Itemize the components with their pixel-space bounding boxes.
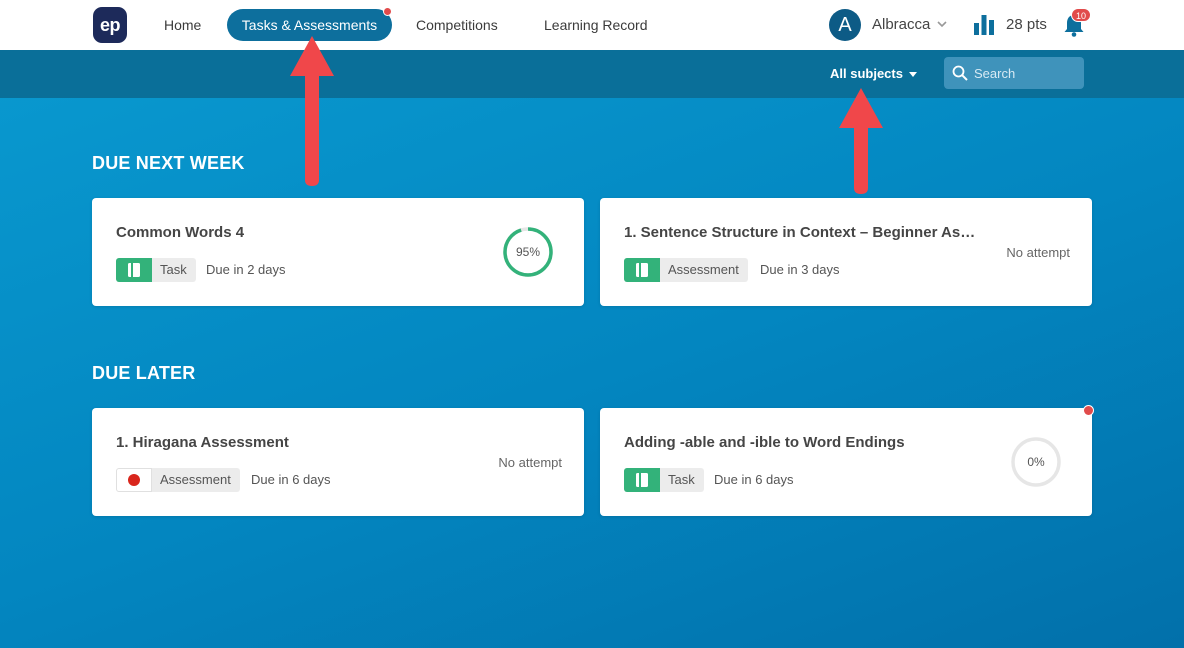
top-navbar: ep Home Tasks & Assessments Competitions…	[0, 0, 1184, 50]
search-input[interactable]	[974, 61, 1078, 85]
progress-label: 0%	[1027, 455, 1045, 469]
search-box[interactable]	[944, 57, 1084, 89]
due-date: Due in 6 days	[251, 472, 331, 487]
bar-chart-icon[interactable]	[973, 13, 995, 35]
nav-learning-record[interactable]: Learning Record	[544, 9, 648, 41]
annotation-arrow-up	[839, 88, 883, 194]
type-badge: Assessment	[624, 258, 748, 282]
task-card[interactable]: Common Words 4 Task Due in 2 days 95%	[92, 198, 584, 306]
attempt-status: No attempt	[498, 455, 562, 470]
type-badge: Task	[116, 258, 196, 282]
ep-logo[interactable]: ep	[93, 7, 127, 43]
attempt-status: No attempt	[1006, 245, 1070, 260]
card-title: 1. Sentence Structure in Context – Begin…	[624, 224, 976, 241]
nav-home[interactable]: Home	[164, 9, 201, 41]
points-count[interactable]: 28 pts	[1006, 9, 1047, 41]
new-indicator-dot	[1083, 405, 1094, 416]
section-title-due-later: DUE LATER	[92, 363, 196, 383]
type-badge: Task	[624, 468, 704, 492]
book-icon	[624, 468, 660, 492]
user-name[interactable]: Albracca	[872, 9, 930, 41]
notification-badge: 10	[1071, 8, 1091, 22]
type-label: Task	[668, 472, 695, 487]
chevron-down-icon[interactable]	[937, 19, 947, 29]
caret-down-icon	[908, 72, 917, 78]
annotation-arrow-up	[290, 36, 334, 186]
task-card[interactable]: 1. Hiragana Assessment Assessment Due in…	[92, 408, 584, 516]
due-date: Due in 3 days	[760, 262, 840, 277]
japan-flag-icon	[116, 468, 152, 492]
card-title: 1. Hiragana Assessment	[116, 434, 289, 451]
book-icon	[624, 258, 660, 282]
book-icon	[116, 258, 152, 282]
due-date: Due in 2 days	[206, 262, 286, 277]
avatar[interactable]: A	[829, 9, 861, 41]
subject-filter-label: All subjects	[830, 66, 903, 81]
type-badge: Assessment	[116, 468, 240, 492]
type-label: Task	[160, 262, 187, 277]
search-icon	[952, 65, 968, 81]
section-title-due-next-week: DUE NEXT WEEK	[92, 153, 245, 173]
nav-competitions[interactable]: Competitions	[416, 9, 498, 41]
nav-notification-dot	[383, 7, 392, 16]
task-card[interactable]: 1. Sentence Structure in Context – Begin…	[600, 198, 1092, 306]
progress-label: 95%	[515, 245, 541, 259]
filter-bar: All subjects	[0, 50, 1184, 98]
type-label: Assessment	[668, 262, 739, 277]
due-date: Due in 6 days	[714, 472, 794, 487]
card-title: Common Words 4	[116, 224, 245, 241]
card-title: Adding -able and -ible to Word Endings	[624, 434, 905, 451]
subject-filter-dropdown[interactable]: All subjects	[830, 62, 917, 86]
type-label: Assessment	[160, 472, 231, 487]
task-card[interactable]: Adding -able and -ible to Word Endings T…	[600, 405, 1094, 516]
